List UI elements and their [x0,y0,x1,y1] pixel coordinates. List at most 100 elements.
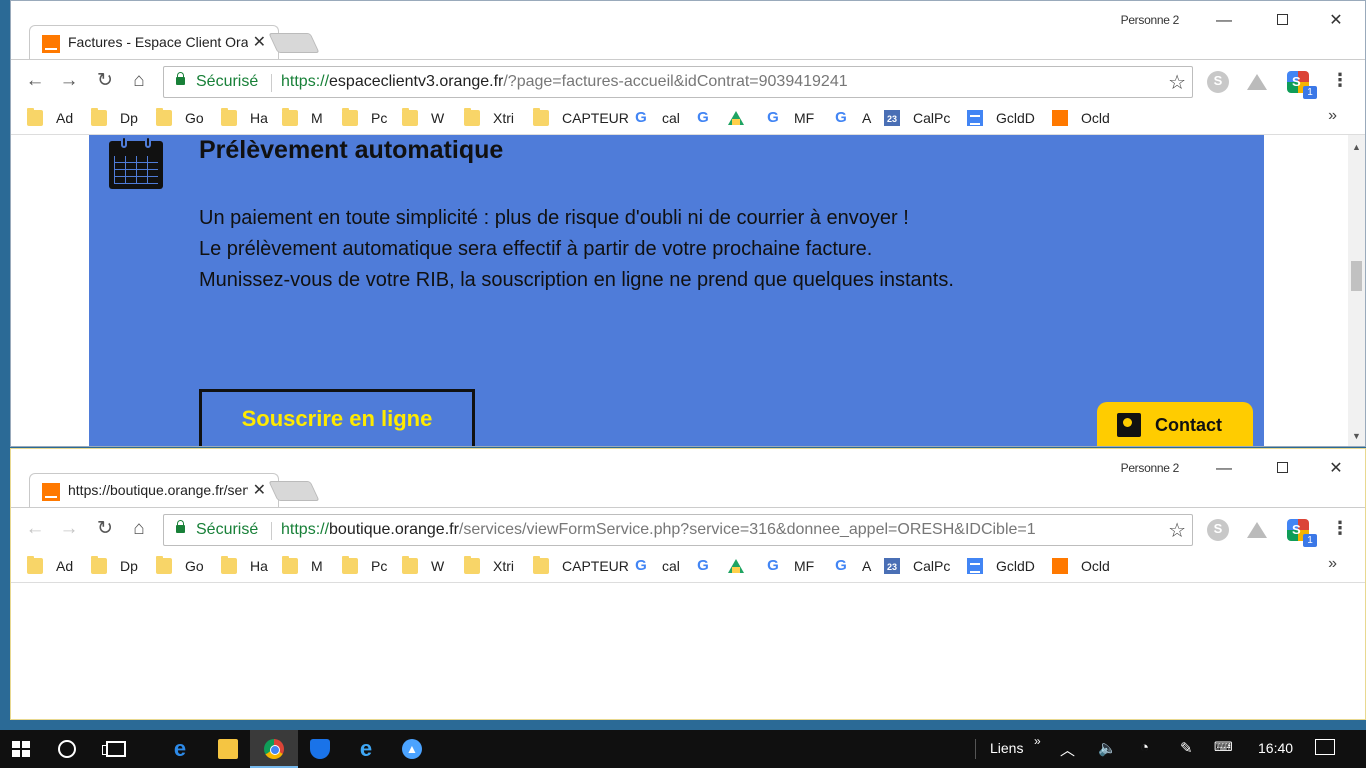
google-icon: G [697,557,709,574]
drive-icon [728,110,744,126]
bookmark-label: Go [185,110,204,126]
cortana-button[interactable] [44,730,92,768]
drive-extension-icon[interactable] [1246,519,1268,541]
pen-icon[interactable]: ✎ [1180,739,1193,757]
new-tab-button[interactable] [268,481,320,501]
folder-icon [91,108,107,126]
minimize-icon[interactable]: — [1201,455,1247,483]
wifi-icon[interactable]: ◔ [1140,739,1149,756]
subscribe-online-button[interactable]: Souscrire en ligne [199,389,475,446]
profile-name[interactable]: Personne 2 [1121,13,1180,27]
close-icon[interactable]: ✕ [1313,7,1359,35]
home-icon[interactable]: ⌂ [127,69,151,93]
home-icon[interactable]: ⌂ [127,517,151,541]
links-toolbar[interactable]: Liens [990,740,1023,756]
maximize-icon[interactable] [1259,455,1305,483]
extension-icon[interactable]: 1 [1287,519,1317,547]
bookmark-label: Xtri [493,558,514,574]
forward-arrow-icon[interactable]: → [57,69,81,93]
google-icon: G [835,557,847,574]
reload-icon[interactable]: ↻ [93,69,117,93]
scroll-down-icon: ▼ [1352,431,1361,441]
show-hidden-icons-icon[interactable]: ︿ [1060,739,1075,760]
task-view-button[interactable] [92,730,140,768]
tab-factures[interactable]: Factures - Espace Client Orange ✕ [29,25,279,59]
google-icon: G [767,109,779,126]
orange-icon [1052,558,1068,574]
title-bar: https://boutique.orange.fr/services ✕ Pe… [11,449,1365,507]
taskbar-cloud[interactable]: ▲ [388,730,436,768]
action-center-icon[interactable] [1315,739,1335,755]
tab-boutique[interactable]: https://boutique.orange.fr/services ✕ [29,473,279,507]
folder-icon [402,108,418,126]
folder-icon [464,556,480,574]
new-tab-button[interactable] [268,33,320,53]
taskbar-defender[interactable] [296,730,344,768]
profile-name[interactable]: Personne 2 [1121,461,1180,475]
browser-window-espace-client: Factures - Espace Client Orange ✕ Person… [10,0,1366,447]
tab-close-icon[interactable]: ✕ [253,32,266,52]
google-icon: G [697,109,709,126]
chrome-icon [264,739,284,759]
vertical-scrollbar[interactable]: ▲ ▼ [1348,135,1365,446]
folder-icon [27,108,43,126]
clock[interactable]: 16:40 [1258,740,1293,756]
bookmark-label: Dp [120,110,138,126]
divider [271,74,272,92]
skype-extension-icon[interactable] [1207,519,1229,541]
skype-extension-icon[interactable] [1207,71,1229,93]
drive-extension-icon[interactable] [1246,71,1268,93]
bookmark-star-icon[interactable]: ☆ [1168,518,1186,543]
calendar-icon [109,136,163,189]
bookmark-label: Ad [56,110,74,126]
reload-icon[interactable]: ↻ [93,517,117,541]
back-arrow-icon[interactable]: ← [23,517,47,541]
bookmark-label: M [311,558,323,574]
bookmark-label: GcldD [996,558,1035,574]
back-arrow-icon[interactable]: ← [23,69,47,93]
google-icon: G [835,109,847,126]
keyboard-icon[interactable]: ⌨ [1214,739,1233,755]
taskbar-chrome[interactable] [250,730,298,768]
extension-icon[interactable]: 1 [1287,71,1317,99]
menu-dots-icon[interactable]: ⋮ [1331,70,1349,91]
folder-icon [91,556,107,574]
folder-icon [533,556,549,574]
title-bar: Factures - Espace Client Orange ✕ Person… [11,1,1365,59]
taskbar-ie[interactable]: e [342,730,390,768]
taskbar-explorer[interactable] [204,730,252,768]
minimize-icon[interactable]: — [1201,7,1247,35]
file-explorer-icon [218,739,238,759]
menu-dots-icon[interactable]: ⋮ [1331,518,1349,539]
bookmark-label: W [431,110,445,126]
close-icon[interactable]: ✕ [1313,455,1359,483]
bookmarks-overflow-chevron-icon[interactable]: » [1328,555,1337,573]
bookmark-label: CAPTEUR [562,110,629,126]
address-bar[interactable]: Sécurisé https://espaceclientv3.orange.f… [163,66,1193,98]
contact-button[interactable]: Contact [1097,402,1253,446]
tab-close-icon[interactable]: ✕ [253,480,266,500]
forward-arrow-icon[interactable]: → [57,517,81,541]
chevron-icon[interactable]: » [1034,734,1041,748]
bookmark-label: Ad [56,558,74,574]
maximize-icon[interactable] [1259,7,1305,35]
bookmark-label: Pc [371,110,388,126]
bookmark-star-icon[interactable]: ☆ [1168,70,1186,95]
folder-icon [402,556,418,574]
bookmark-label: cal [662,558,680,574]
bookmark-label: GcldD [996,110,1035,126]
folder-icon [342,556,358,574]
browser-toolbar: ← → ↻ ⌂ Sécurisé https://espaceclientv3.… [11,59,1365,103]
cortana-icon [58,740,76,758]
direct-debit-panel: Prélèvement automatique Un paiement en t… [89,135,1264,446]
url-text[interactable]: https://boutique.orange.fr/services/view… [281,521,1036,539]
taskbar-edge[interactable]: e [156,730,204,768]
address-bar[interactable]: Sécurisé https://boutique.orange.fr/serv… [163,514,1193,546]
bookmarks-overflow-chevron-icon[interactable]: » [1328,107,1337,125]
url-text[interactable]: https://espaceclientv3.orange.fr/?page=f… [281,73,848,91]
start-button[interactable] [0,730,48,768]
volume-icon[interactable]: 🔈 [1098,739,1117,757]
orange-favicon-icon [42,483,60,501]
bookmark-label: Pc [371,558,388,574]
bookmark-label: CalPc [913,558,951,574]
